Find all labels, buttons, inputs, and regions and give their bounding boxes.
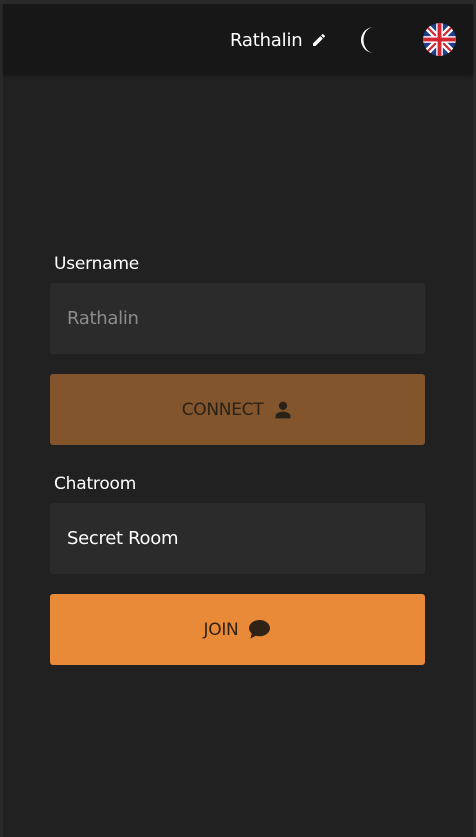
moon-icon[interactable]: [357, 25, 383, 55]
edit-username-button[interactable]: Rathalin: [230, 26, 327, 54]
join-button[interactable]: JOIN: [50, 594, 425, 665]
chat-bubble-icon: [249, 619, 271, 639]
chatroom-label: Chatroom: [54, 474, 137, 494]
app-container: Rathalin Username Rathalin CONNECT Chatr…: [3, 4, 473, 837]
connect-label: CONNECT: [181, 399, 264, 420]
browser-frame: Rathalin Username Rathalin CONNECT Chatr…: [0, 0, 476, 837]
connect-button[interactable]: CONNECT: [50, 374, 425, 445]
chatroom-input[interactable]: [50, 503, 425, 574]
current-username: Rathalin: [230, 29, 303, 51]
top-bar: Rathalin: [3, 4, 473, 74]
user-icon: [275, 401, 291, 418]
join-label: JOIN: [203, 619, 239, 640]
uk-flag-icon[interactable]: [423, 23, 456, 56]
username-input[interactable]: [50, 283, 425, 354]
pencil-icon: [313, 33, 326, 46]
username-label: Username: [54, 254, 140, 274]
